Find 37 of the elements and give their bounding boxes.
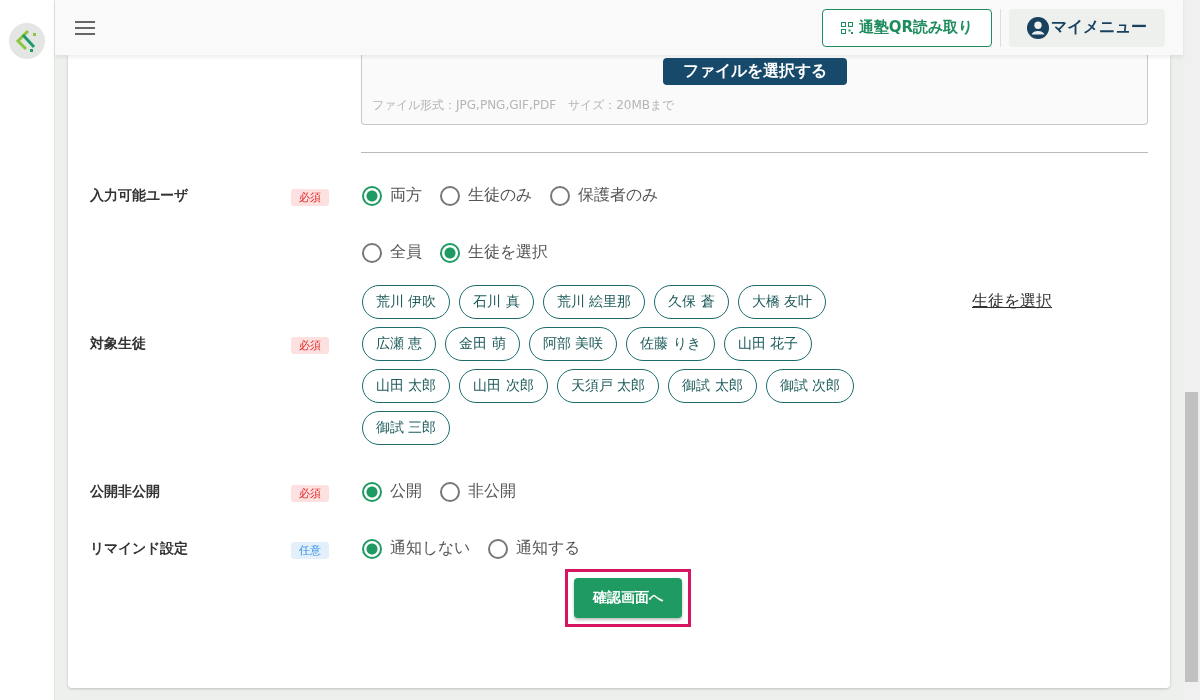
radio-button[interactable] — [488, 538, 508, 559]
file-format-note: ファイル形式：JPG,PNG,GIF,PDF サイズ：20MBまで — [372, 97, 674, 114]
radio-button[interactable] — [362, 538, 382, 559]
radio-label: 両方 — [390, 185, 422, 206]
radio-label: 通知しない — [390, 538, 470, 559]
field-badge: 必須 — [291, 485, 329, 502]
field-label: 対象生徒 — [90, 334, 147, 353]
radio-button[interactable] — [362, 185, 382, 206]
radio-label: 非公開 — [468, 481, 516, 502]
scrollbar-thumb[interactable] — [1185, 392, 1198, 682]
field-badge: 必須 — [291, 189, 329, 206]
user-icon — [1027, 16, 1049, 39]
radio-label: 保護者のみ — [578, 185, 658, 206]
qr-code-icon — [840, 21, 853, 34]
field-label: 入力可能ユーザ — [90, 186, 189, 205]
field-label: 公開非公開 — [90, 482, 161, 501]
radio-button[interactable] — [440, 242, 460, 263]
field-label: リマインド設定 — [90, 539, 189, 558]
radio-button[interactable] — [440, 481, 460, 502]
select-students-link[interactable]: 生徒を選択 — [972, 291, 1052, 312]
radio-button[interactable] — [362, 481, 382, 502]
radio-label: 全員 — [390, 242, 422, 263]
confirm-button[interactable]: 確認画面へ — [574, 578, 682, 618]
qr-scan-button[interactable]: 通塾QR読み取り — [821, 8, 992, 47]
logo-icon[interactable] — [9, 23, 45, 59]
radio-label: 公開 — [390, 481, 422, 502]
choose-file-button[interactable]: ファイルを選択する — [662, 58, 847, 85]
radio-label: 生徒を選択 — [468, 242, 548, 263]
field-badge: 必須 — [291, 337, 329, 354]
radio-label: 通知する — [516, 538, 580, 559]
menu-icon[interactable] — [75, 20, 95, 35]
my-menu-button[interactable]: マイメニュー — [1009, 8, 1165, 47]
radio-button[interactable] — [550, 185, 570, 206]
radio-label: 生徒のみ — [468, 185, 532, 206]
radio-button[interactable] — [440, 185, 460, 206]
field-badge: 任意 — [291, 542, 329, 559]
radio-button[interactable] — [362, 242, 382, 263]
